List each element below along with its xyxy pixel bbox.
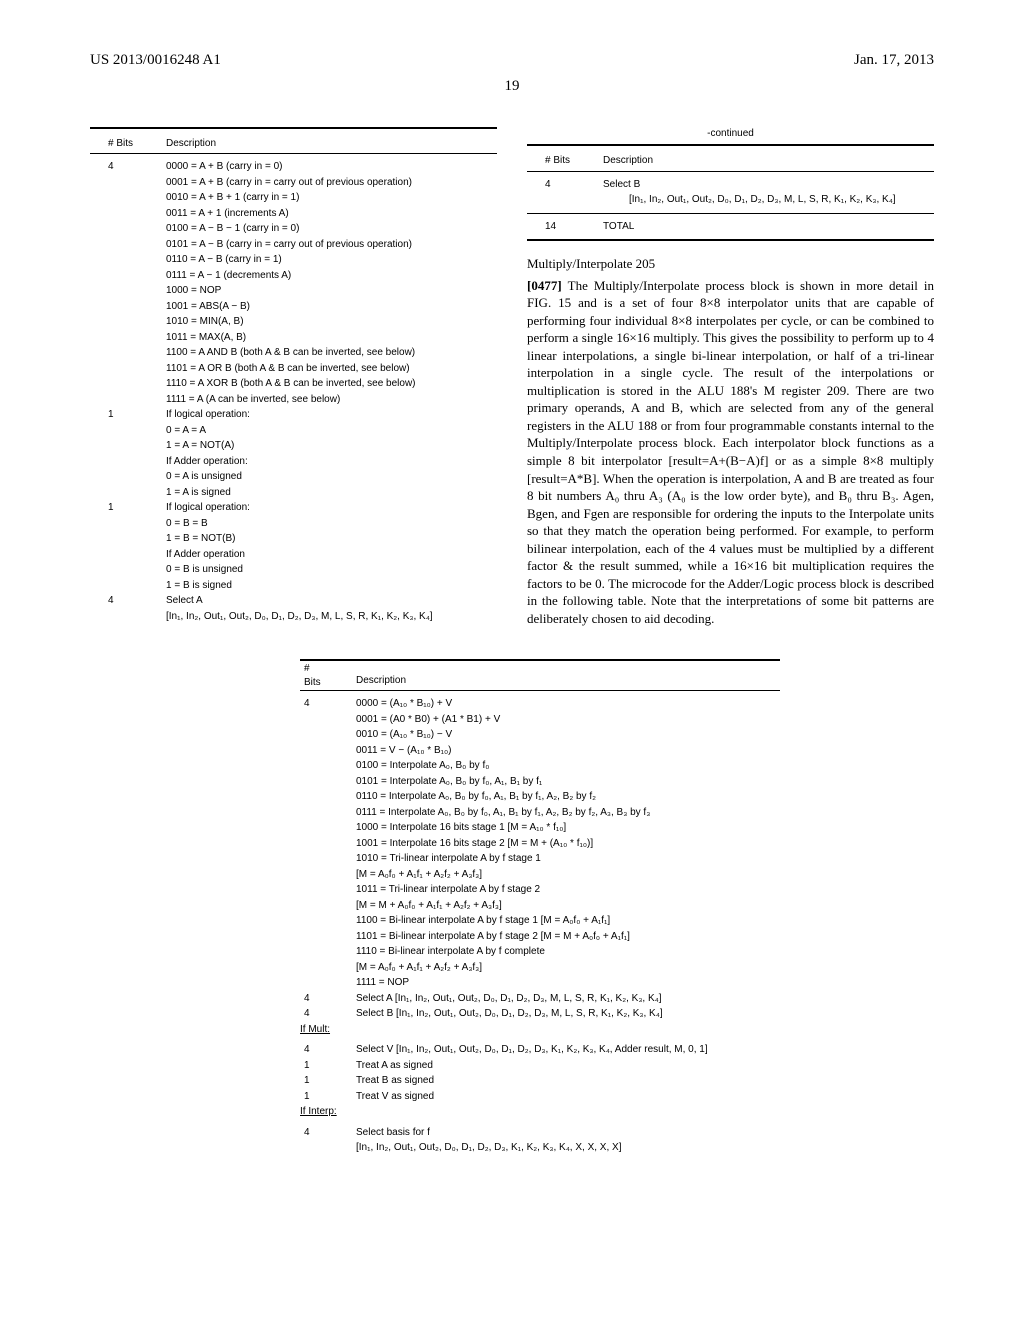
right-column: -continued # Bits Description 4 Select B… [527, 127, 934, 630]
desc-cell: 0011 = A + 1 (increments A) [162, 206, 497, 222]
desc-cell: 1110 = Bi-linear interpolate A by f comp… [352, 944, 780, 960]
desc-cell: Treat A as signed [352, 1058, 780, 1074]
desc-cell: 1011 = Tri-linear interpolate A by f sta… [352, 882, 780, 898]
left-column: # Bits Description 4 0000 = A + B (carry… [90, 127, 497, 630]
table-header-bits: # Bits [90, 128, 162, 154]
desc-cell: [In₁, In₂, Out₁, Out₂, D₀, D₁, D₂, D₃, M… [599, 192, 934, 213]
bits-cell: 4 [300, 991, 352, 1007]
multiply-interpolate-table: #Bits Description 4 0000 = (A₁₀ * B₁₀) +… [300, 659, 780, 1156]
desc-cell: 0010 = (A₁₀ * B₁₀) − V [352, 727, 780, 743]
desc-cell: If logical operation: [162, 500, 497, 516]
desc-cell: 0000 = A + B (carry in = 0) [162, 154, 497, 175]
desc-cell: 0 = A = A [162, 423, 497, 439]
desc-cell: 1100 = Bi-linear interpolate A by f stag… [352, 913, 780, 929]
desc-cell: 0001 = (A0 * B0) + (A1 * B1) + V [352, 712, 780, 728]
desc-cell: 1111 = NOP [352, 975, 780, 991]
desc-cell: 0101 = Interpolate A₀, B₀ by f₀, A₁, B₁ … [352, 774, 780, 790]
table-header-bits: # Bits [527, 145, 599, 171]
bits-cell: 1 [90, 407, 162, 423]
bits-cell: 1 [300, 1089, 352, 1105]
desc-cell: TOTAL [599, 213, 934, 240]
desc-cell: 1001 = Interpolate 16 bits stage 2 [M = … [352, 836, 780, 852]
desc-cell: Treat B as signed [352, 1073, 780, 1089]
if-interp-label: If Interp: [300, 1104, 780, 1120]
table-header-desc: Description [599, 145, 934, 171]
desc-cell: 1011 = MAX(A, B) [162, 330, 497, 346]
desc-cell: 0011 = V − (A₁₀ * B₁₀) [352, 743, 780, 759]
desc-cell: If logical operation: [162, 407, 497, 423]
page-header: US 2013/0016248 A1 Jan. 17, 2013 [90, 50, 934, 70]
desc-cell: 1110 = A XOR B (both A & B can be invert… [162, 376, 497, 392]
desc-cell: 0111 = A − 1 (decrements A) [162, 268, 497, 284]
paragraph: [0477]The Multiply/Interpolate process b… [527, 277, 934, 628]
desc-cell: 0001 = A + B (carry in = carry out of pr… [162, 175, 497, 191]
desc-cell: 1 = A = NOT(A) [162, 438, 497, 454]
desc-cell: [M = A₀f₀ + A₁f₁ + A₂f₂ + A₃f₃] [352, 867, 780, 883]
bits-cell: 4 [90, 154, 162, 175]
desc-cell: Select A [In₁, In₂, Out₁, Out₂, D₀, D₁, … [352, 991, 780, 1007]
bits-cell: 4 [527, 171, 599, 192]
desc-cell: 0100 = A − B − 1 (carry in = 0) [162, 221, 497, 237]
desc-cell: 1111 = A (A can be inverted, see below) [162, 392, 497, 408]
desc-cell: If Adder operation: [162, 454, 497, 470]
desc-cell: 1 = B is signed [162, 578, 497, 594]
desc-cell: 1 = B = NOT(B) [162, 531, 497, 547]
bits-cell: 1 [300, 1073, 352, 1089]
multiply-interpolate-table-wrap: #Bits Description 4 0000 = (A₁₀ * B₁₀) +… [300, 659, 934, 1156]
table-header-desc: Description [162, 128, 497, 154]
bits-cell: 4 [300, 1120, 352, 1141]
desc-cell: 1000 = NOP [162, 283, 497, 299]
desc-cell: 1101 = A OR B (both A & B can be inverte… [162, 361, 497, 377]
table-header-desc: Description [352, 660, 780, 691]
paragraph-number: [0477] [527, 278, 562, 293]
bits-cell: 14 [527, 213, 599, 240]
desc-cell: Select basis for f [352, 1120, 780, 1141]
desc-cell: Select A [162, 593, 497, 609]
publication-date: Jan. 17, 2013 [854, 50, 934, 70]
desc-cell: 0111 = Interpolate A₀, B₀ by f₀, A₁, B₁ … [352, 805, 780, 821]
desc-cell: 0110 = A − B (carry in = 1) [162, 252, 497, 268]
adder-logic-table: # Bits Description 4 0000 = A + B (carry… [90, 127, 497, 630]
desc-cell: 0 = A is unsigned [162, 469, 497, 485]
bits-cell: 1 [300, 1058, 352, 1074]
bits-cell: 1 [90, 500, 162, 516]
desc-cell: 0110 = Interpolate A₀, B₀ by f₀, A₁, B₁ … [352, 789, 780, 805]
desc-cell: Treat V as signed [352, 1089, 780, 1105]
desc-cell: 0 = B is unsigned [162, 562, 497, 578]
desc-cell: [M = A₀f₀ + A₁f₁ + A₂f₂ + A₃f₃] [352, 960, 780, 976]
desc-cell: [M = M + A₀f₀ + A₁f₁ + A₂f₂ + A₃f₃] [352, 898, 780, 914]
desc-cell: If Adder operation [162, 547, 497, 563]
desc-cell: 1001 = ABS(A − B) [162, 299, 497, 315]
desc-cell: 1 = A is signed [162, 485, 497, 501]
desc-cell: 1101 = Bi-linear interpolate A by f stag… [352, 929, 780, 945]
desc-cell: 1010 = Tri-linear interpolate A by f sta… [352, 851, 780, 867]
desc-cell: 1000 = Interpolate 16 bits stage 1 [M = … [352, 820, 780, 836]
desc-cell: 1100 = A AND B (both A & B can be invert… [162, 345, 497, 361]
desc-cell: 0010 = A + B + 1 (carry in = 1) [162, 190, 497, 206]
desc-cell: 0100 = Interpolate A₀, B₀ by f₀ [352, 758, 780, 774]
section-title: Multiply/Interpolate 205 [527, 255, 934, 273]
page-number: 19 [90, 76, 934, 96]
continued-label: -continued [527, 127, 934, 141]
adder-logic-table-cont: # Bits Description 4 Select B [In₁, In₂,… [527, 144, 934, 241]
bits-cell: 4 [300, 691, 352, 712]
desc-cell: [In₁, In₂, Out₁, Out₂, D₀, D₁, D₂, D₃, M… [162, 609, 497, 630]
desc-cell: 0101 = A − B (carry in = carry out of pr… [162, 237, 497, 253]
desc-cell: Select B [In₁, In₂, Out₁, Out₂, D₀, D₁, … [352, 1006, 780, 1022]
bits-cell: 4 [300, 1006, 352, 1022]
publication-number: US 2013/0016248 A1 [90, 50, 221, 70]
bits-cell: 4 [300, 1037, 352, 1058]
desc-cell: Select V [In₁, In₂, Out₁, Out₂, D₀, D₁, … [352, 1037, 780, 1058]
desc-cell: 1010 = MIN(A, B) [162, 314, 497, 330]
desc-cell: Select B [599, 171, 934, 192]
table-header-bits: #Bits [300, 660, 352, 691]
desc-cell: [In₁, In₂, Out₁, Out₂, D₀, D₁, D₂, D₃, K… [352, 1140, 780, 1156]
if-mult-label: If Mult: [300, 1022, 780, 1038]
desc-cell: 0000 = (A₁₀ * B₁₀) + V [352, 691, 780, 712]
bits-cell: 4 [90, 593, 162, 609]
paragraph-text: The Multiply/Interpolate process block i… [527, 278, 934, 626]
desc-cell: 0 = B = B [162, 516, 497, 532]
